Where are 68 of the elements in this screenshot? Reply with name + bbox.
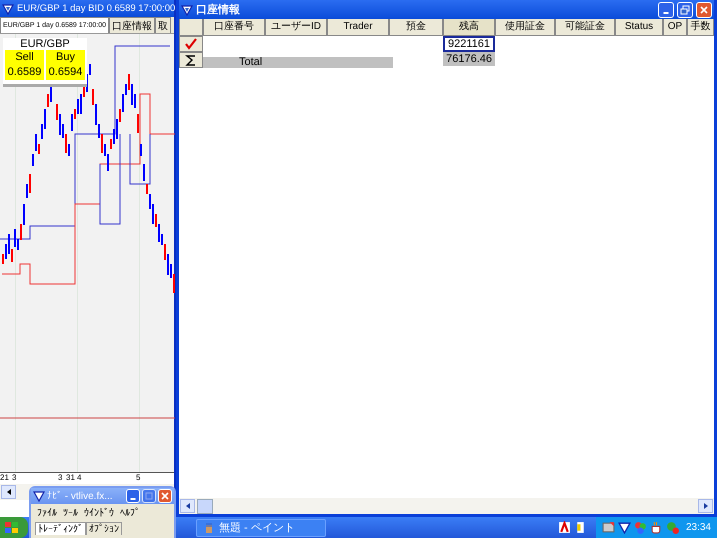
scrollbar-thumb[interactable] — [197, 498, 213, 514]
sum-icon — [185, 54, 197, 66]
close-icon — [699, 4, 709, 14]
column-header[interactable]: Trader — [327, 19, 389, 36]
close-button[interactable] — [158, 489, 172, 503]
row-header[interactable] — [179, 52, 203, 68]
logo-icon — [33, 490, 45, 502]
window-title: EUR/GBP 1 day BID 0.6589 17:00:00 — [17, 3, 176, 14]
menu-item[interactable]: ﾂｰﾙ — [61, 506, 80, 520]
menu-item[interactable]: ﾌｧｲﾙ — [35, 506, 59, 520]
maximize-icon — [144, 491, 154, 501]
total-cell: Total — [203, 57, 393, 68]
balance-cell: 9221161 — [443, 36, 495, 52]
axis-label: 4 — [77, 473, 82, 482]
document-icon[interactable] — [558, 521, 571, 534]
close-button[interactable] — [696, 2, 712, 18]
clock: 23:34 — [686, 522, 711, 533]
logo-icon — [2, 2, 14, 14]
axis-label: 3 — [12, 473, 16, 482]
restore-button[interactable] — [677, 2, 693, 18]
restore-icon — [680, 4, 690, 14]
left-arrow-icon — [186, 503, 190, 509]
buy-button[interactable]: Buy 0.6594 — [46, 50, 85, 80]
close-icon — [160, 491, 170, 501]
navigator-tab[interactable]: ｵﾌﾟｼｮﾝ — [86, 522, 122, 535]
maximize-button[interactable] — [142, 489, 156, 503]
column-header[interactable]: 残高 — [443, 19, 495, 36]
window-title: ﾅﾋﾞ - vtlive.fx... — [47, 490, 113, 502]
menu-item[interactable]: ｳｲﾝﾄﾞｳ — [82, 506, 116, 520]
column-header[interactable]: Status — [615, 19, 663, 36]
cup-icon[interactable] — [650, 521, 663, 534]
column-header[interactable]: 預金 — [389, 19, 443, 36]
logo-icon[interactable] — [618, 521, 631, 534]
column-header[interactable]: 可能証金 — [555, 19, 615, 36]
start-button[interactable] — [0, 517, 28, 538]
column-header[interactable]: 使用証金 — [495, 19, 555, 36]
column-header[interactable]: ユーザーID — [265, 19, 327, 36]
left-arrow-icon — [6, 489, 10, 495]
logo-icon — [181, 4, 193, 16]
paint-icon — [203, 522, 215, 534]
axis-label: 5 — [136, 473, 140, 482]
minimize-button[interactable] — [126, 489, 140, 503]
minimize-button[interactable] — [658, 2, 674, 18]
minimize-icon — [663, 12, 669, 14]
chart-tab[interactable]: 口座情報 — [109, 17, 155, 33]
navigator-tab[interactable]: ﾄﾚｰﾃﾞｨﾝｸﾞ — [35, 522, 86, 535]
table-corner-cell — [179, 19, 203, 36]
chart-tab[interactable]: 取 — [155, 17, 171, 33]
balance-cell: 76176.46 — [443, 52, 495, 66]
sell-button[interactable]: Sell 0.6589 — [5, 50, 44, 80]
symbol-label: EUR/GBP — [20, 38, 70, 50]
checkmark-icon — [185, 38, 197, 50]
monitor-icon[interactable] — [602, 521, 615, 534]
taskbar-button[interactable]: 無題 - ペイント — [196, 518, 326, 536]
column-header[interactable]: 手数 — [687, 19, 714, 36]
right-arrow-icon — [704, 503, 708, 509]
window-title: 口座情報 — [196, 2, 240, 17]
column-header[interactable]: OP — [663, 19, 687, 36]
scroll-left-button[interactable] — [180, 499, 195, 513]
column-header[interactable]: 口座番号 — [203, 19, 265, 36]
scroll-left-button[interactable] — [1, 485, 16, 499]
windows-logo-icon — [4, 520, 20, 534]
scroll-right-button[interactable] — [698, 499, 713, 513]
menu-item[interactable]: ﾍﾙﾌﾟ — [118, 506, 142, 520]
minimize-icon — [130, 498, 136, 500]
axis-label: 3 — [58, 473, 62, 482]
axis-label: 21 — [0, 473, 9, 482]
axis-label: 31 — [66, 473, 75, 482]
